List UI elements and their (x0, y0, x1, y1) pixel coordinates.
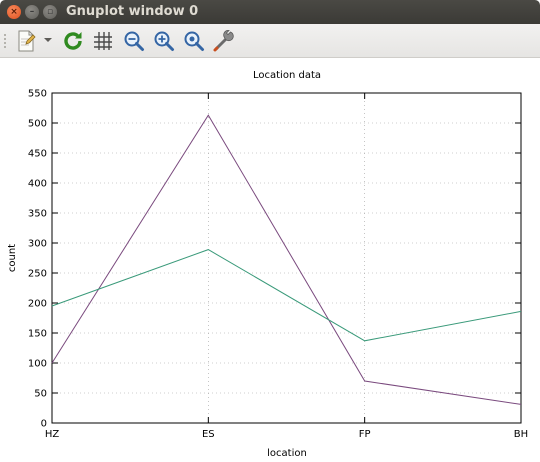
y-tick-label: 500 (28, 119, 47, 130)
zoom-in-icon[interactable] (152, 29, 176, 53)
y-axis-label: count (7, 244, 18, 272)
line-chart: Location data 0 50 100 150 200 250 300 350 400 45… (7, 70, 528, 459)
maximize-button[interactable]: ▫ (43, 5, 57, 19)
plot-border (51, 92, 522, 424)
config-icon[interactable] (212, 29, 236, 53)
y-tick-label: 150 (28, 329, 47, 340)
copy-icon[interactable] (14, 29, 38, 53)
x-tick-label: HZ (45, 429, 60, 440)
zoom-fit-icon[interactable] (182, 29, 206, 53)
toolbar-grip-icon[interactable] (4, 34, 6, 48)
y-tick-label: 250 (28, 269, 47, 280)
grid-lines (52, 93, 521, 423)
y-tick-label: 350 (28, 209, 47, 220)
y-tick-label: 50 (34, 389, 47, 400)
dropdown-arrow-icon[interactable] (44, 38, 52, 42)
series-line-1 (51, 114, 522, 405)
y-tick-label: 200 (28, 299, 47, 310)
x-axis-label: location (267, 448, 307, 459)
y-tick-label: 300 (28, 239, 47, 250)
replot-icon[interactable] (61, 29, 85, 53)
series-line-2 (51, 249, 522, 342)
x-axis-ticks: HZ ES FP BH (45, 93, 528, 440)
title-bar: × – ▫ Gnuplot window 0 (0, 0, 540, 24)
close-button[interactable]: × (7, 5, 21, 19)
toolbar (0, 24, 540, 58)
zoom-out-icon[interactable] (122, 29, 146, 53)
series-group (51, 114, 522, 405)
window-title: Gnuplot window 0 (66, 4, 199, 19)
y-tick-label: 400 (28, 179, 47, 190)
y-tick-label: 550 (28, 89, 47, 100)
y-tick-label: 450 (28, 149, 47, 160)
grid-icon[interactable] (91, 29, 115, 53)
y-tick-label: 0 (41, 419, 47, 430)
minimize-button[interactable]: – (25, 5, 39, 19)
y-tick-label: 100 (28, 359, 47, 370)
x-tick-label: ES (202, 429, 215, 440)
x-tick-label: FP (359, 429, 371, 440)
chart-title: Location data (253, 70, 321, 81)
y-axis-ticks: 0 50 100 150 200 250 300 350 400 450 500 550 (28, 89, 521, 430)
x-tick-label: BH (514, 429, 528, 440)
